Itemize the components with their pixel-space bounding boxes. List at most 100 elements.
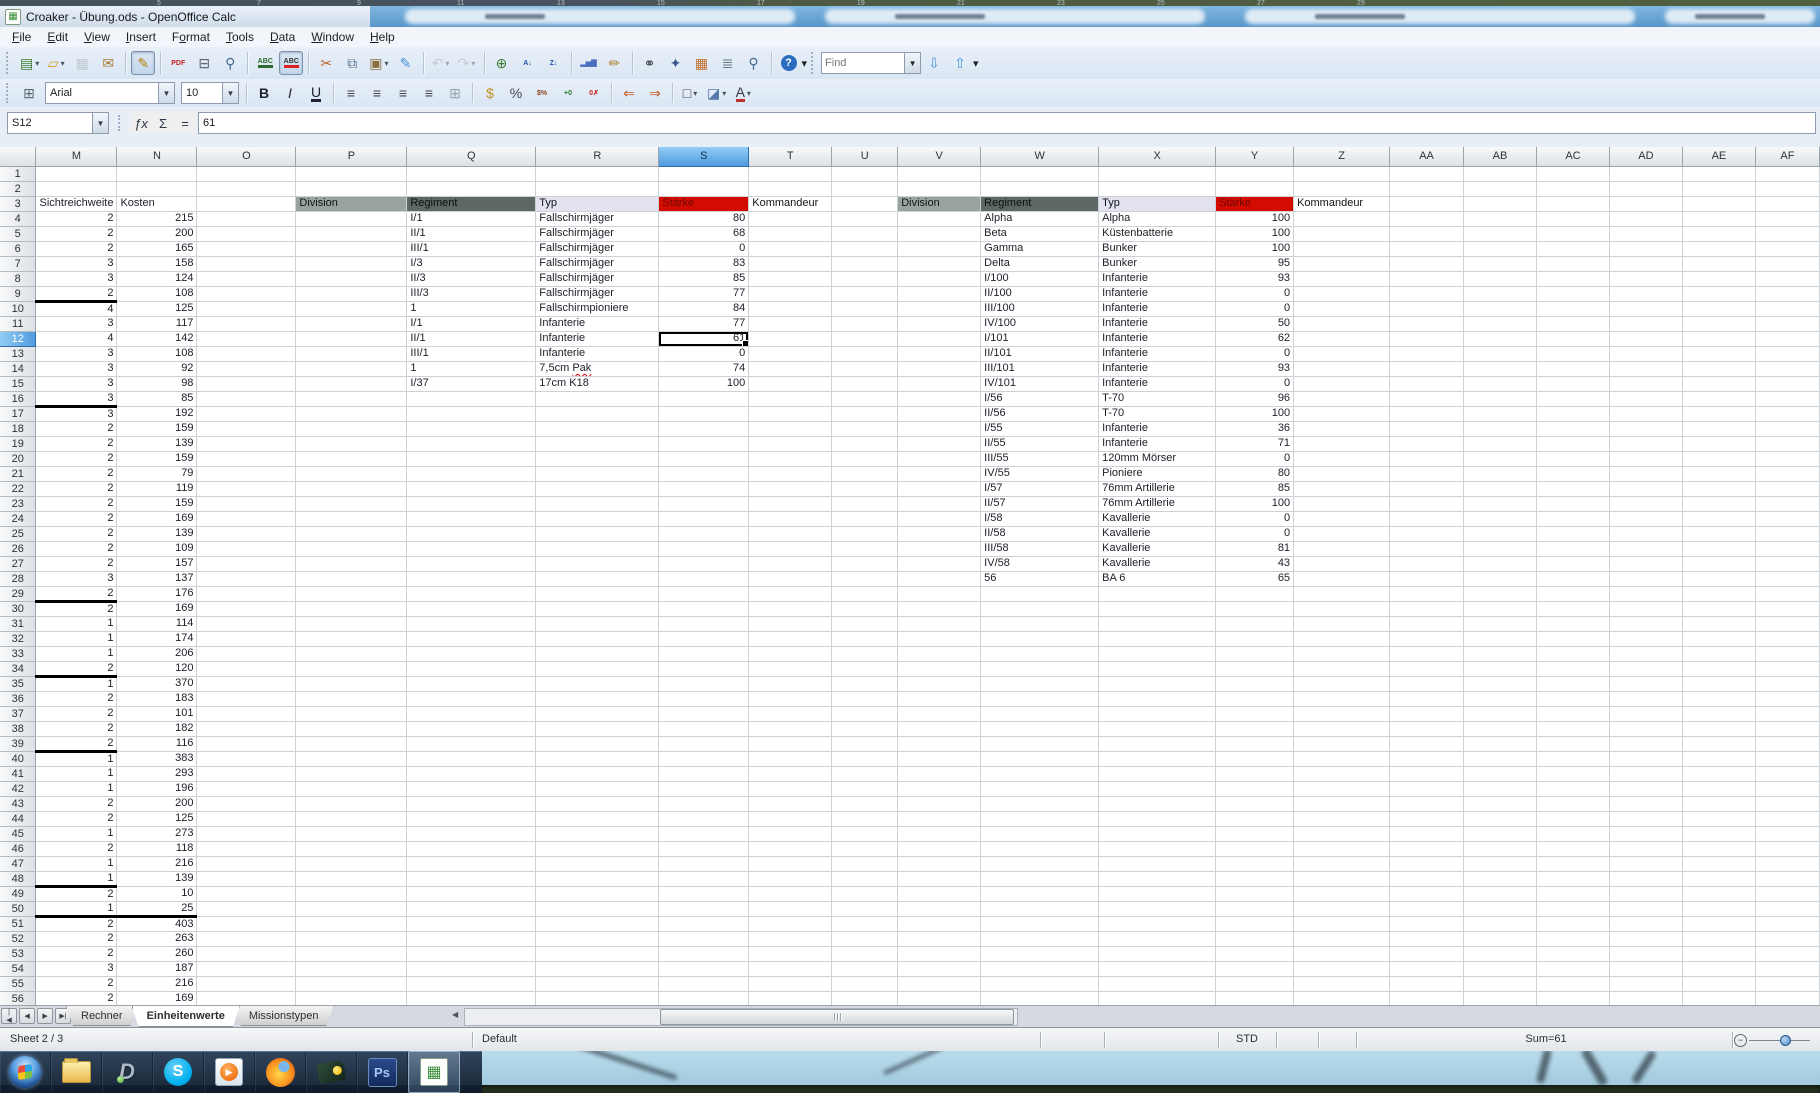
- cell-P39[interactable]: [296, 736, 407, 751]
- cell-R56[interactable]: [536, 991, 659, 1005]
- cell-N5[interactable]: 200: [117, 226, 197, 241]
- cell-W45[interactable]: [981, 826, 1099, 841]
- next-sheet-icon[interactable]: ▶: [37, 1008, 53, 1024]
- cell-S55[interactable]: [659, 976, 749, 991]
- cell-Y51[interactable]: [1216, 916, 1294, 931]
- function-wizard[interactable]: ƒx: [130, 113, 152, 133]
- draw-functions-button[interactable]: ✏: [603, 51, 627, 75]
- sheet-tab-missionstypen[interactable]: Missionstypen: [234, 1006, 334, 1026]
- cell-Q52[interactable]: [407, 931, 536, 946]
- cell-AF48[interactable]: [1755, 871, 1819, 886]
- cell-T38[interactable]: [749, 721, 832, 736]
- cell-AE13[interactable]: [1682, 346, 1755, 361]
- cell-X56[interactable]: [1099, 991, 1216, 1005]
- cell-M53[interactable]: 2: [36, 946, 117, 961]
- cell-V15[interactable]: [898, 376, 981, 391]
- cell-Q48[interactable]: [407, 871, 536, 886]
- cell-Y37[interactable]: [1216, 706, 1294, 721]
- cell-N9[interactable]: 108: [117, 286, 197, 301]
- cell-V32[interactable]: [898, 631, 981, 646]
- column-header-X[interactable]: X: [1099, 147, 1216, 166]
- sum-button[interactable]: Σ: [152, 113, 174, 133]
- cell-M48[interactable]: 1: [36, 871, 117, 886]
- cell-P51[interactable]: [296, 916, 407, 931]
- row-header-53[interactable]: 53: [0, 946, 36, 961]
- cell-AE52[interactable]: [1682, 931, 1755, 946]
- cell-AE36[interactable]: [1682, 691, 1755, 706]
- cell-Q18[interactable]: [407, 421, 536, 436]
- find-replace-button[interactable]: ⚭: [638, 51, 662, 75]
- cell-Z8[interactable]: [1294, 271, 1390, 286]
- cell-R17[interactable]: [536, 406, 659, 421]
- cell-O5[interactable]: [197, 226, 296, 241]
- cell-V49[interactable]: [898, 886, 981, 901]
- menu-window[interactable]: Window: [303, 28, 362, 46]
- cell-O11[interactable]: [197, 316, 296, 331]
- cell-Z3[interactable]: Kommandeur: [1294, 196, 1390, 211]
- row-header-54[interactable]: 54: [0, 961, 36, 976]
- cell-V30[interactable]: [898, 601, 981, 616]
- cell-W47[interactable]: [981, 856, 1099, 871]
- cell-W29[interactable]: [981, 586, 1099, 601]
- row-header-34[interactable]: 34: [0, 661, 36, 676]
- cell-T6[interactable]: [749, 241, 832, 256]
- cell-Q35[interactable]: [407, 676, 536, 691]
- cell-Y13[interactable]: 0: [1216, 346, 1294, 361]
- cell-Y55[interactable]: [1216, 976, 1294, 991]
- cell-AB19[interactable]: [1464, 436, 1537, 451]
- cell-W22[interactable]: I/57: [981, 481, 1099, 496]
- cell-M22[interactable]: 2: [36, 481, 117, 496]
- zoom-button[interactable]: ⚲: [742, 51, 766, 75]
- taskbar-camera[interactable]: [306, 1052, 357, 1092]
- cell-P52[interactable]: [296, 931, 407, 946]
- cell-X34[interactable]: [1099, 661, 1216, 676]
- cell-AF46[interactable]: [1755, 841, 1819, 856]
- cell-Q53[interactable]: [407, 946, 536, 961]
- cell-AA30[interactable]: [1390, 601, 1464, 616]
- row-header-23[interactable]: 23: [0, 496, 36, 511]
- cell-AC51[interactable]: [1536, 916, 1609, 931]
- cell-AB3[interactable]: [1464, 196, 1537, 211]
- cell-Z25[interactable]: [1294, 526, 1390, 541]
- cell-V5[interactable]: [898, 226, 981, 241]
- row-header-56[interactable]: 56: [0, 991, 36, 1005]
- cell-N24[interactable]: 169: [117, 511, 197, 526]
- cell-Q50[interactable]: [407, 901, 536, 916]
- cell-AF11[interactable]: [1755, 316, 1819, 331]
- cell-T47[interactable]: [749, 856, 832, 871]
- cell-U15[interactable]: [832, 376, 898, 391]
- cell-N47[interactable]: 216: [117, 856, 197, 871]
- cell-S38[interactable]: [659, 721, 749, 736]
- cell-T52[interactable]: [749, 931, 832, 946]
- cell-O53[interactable]: [197, 946, 296, 961]
- cell-T18[interactable]: [749, 421, 832, 436]
- cell-R2[interactable]: [536, 181, 659, 196]
- cell-R25[interactable]: [536, 526, 659, 541]
- row-header-40[interactable]: 40: [0, 751, 36, 766]
- cell-AD51[interactable]: [1609, 916, 1682, 931]
- cell-AA6[interactable]: [1390, 241, 1464, 256]
- font-size-combo[interactable]: 10▼: [181, 82, 239, 104]
- cell-S31[interactable]: [659, 616, 749, 631]
- cell-AD31[interactable]: [1609, 616, 1682, 631]
- cell-M12[interactable]: 4: [36, 331, 117, 346]
- cell-Y36[interactable]: [1216, 691, 1294, 706]
- function-button[interactable]: =: [174, 113, 196, 133]
- cell-Y30[interactable]: [1216, 601, 1294, 616]
- cell-AC37[interactable]: [1536, 706, 1609, 721]
- cell-N35[interactable]: 370: [117, 676, 197, 691]
- cell-Z13[interactable]: [1294, 346, 1390, 361]
- cell-AA21[interactable]: [1390, 466, 1464, 481]
- cell-N37[interactable]: 101: [117, 706, 197, 721]
- cell-Q29[interactable]: [407, 586, 536, 601]
- undo-dropdown-icon[interactable]: ▾: [445, 59, 449, 68]
- row-header-15[interactable]: 15: [0, 376, 36, 391]
- cell-X48[interactable]: [1099, 871, 1216, 886]
- row-header-8[interactable]: 8: [0, 271, 36, 286]
- cell-N1[interactable]: [117, 166, 197, 181]
- cell-AA56[interactable]: [1390, 991, 1464, 1005]
- cell-AF33[interactable]: [1755, 646, 1819, 661]
- cell-AA14[interactable]: [1390, 361, 1464, 376]
- cell-AC11[interactable]: [1536, 316, 1609, 331]
- cell-M27[interactable]: 2: [36, 556, 117, 571]
